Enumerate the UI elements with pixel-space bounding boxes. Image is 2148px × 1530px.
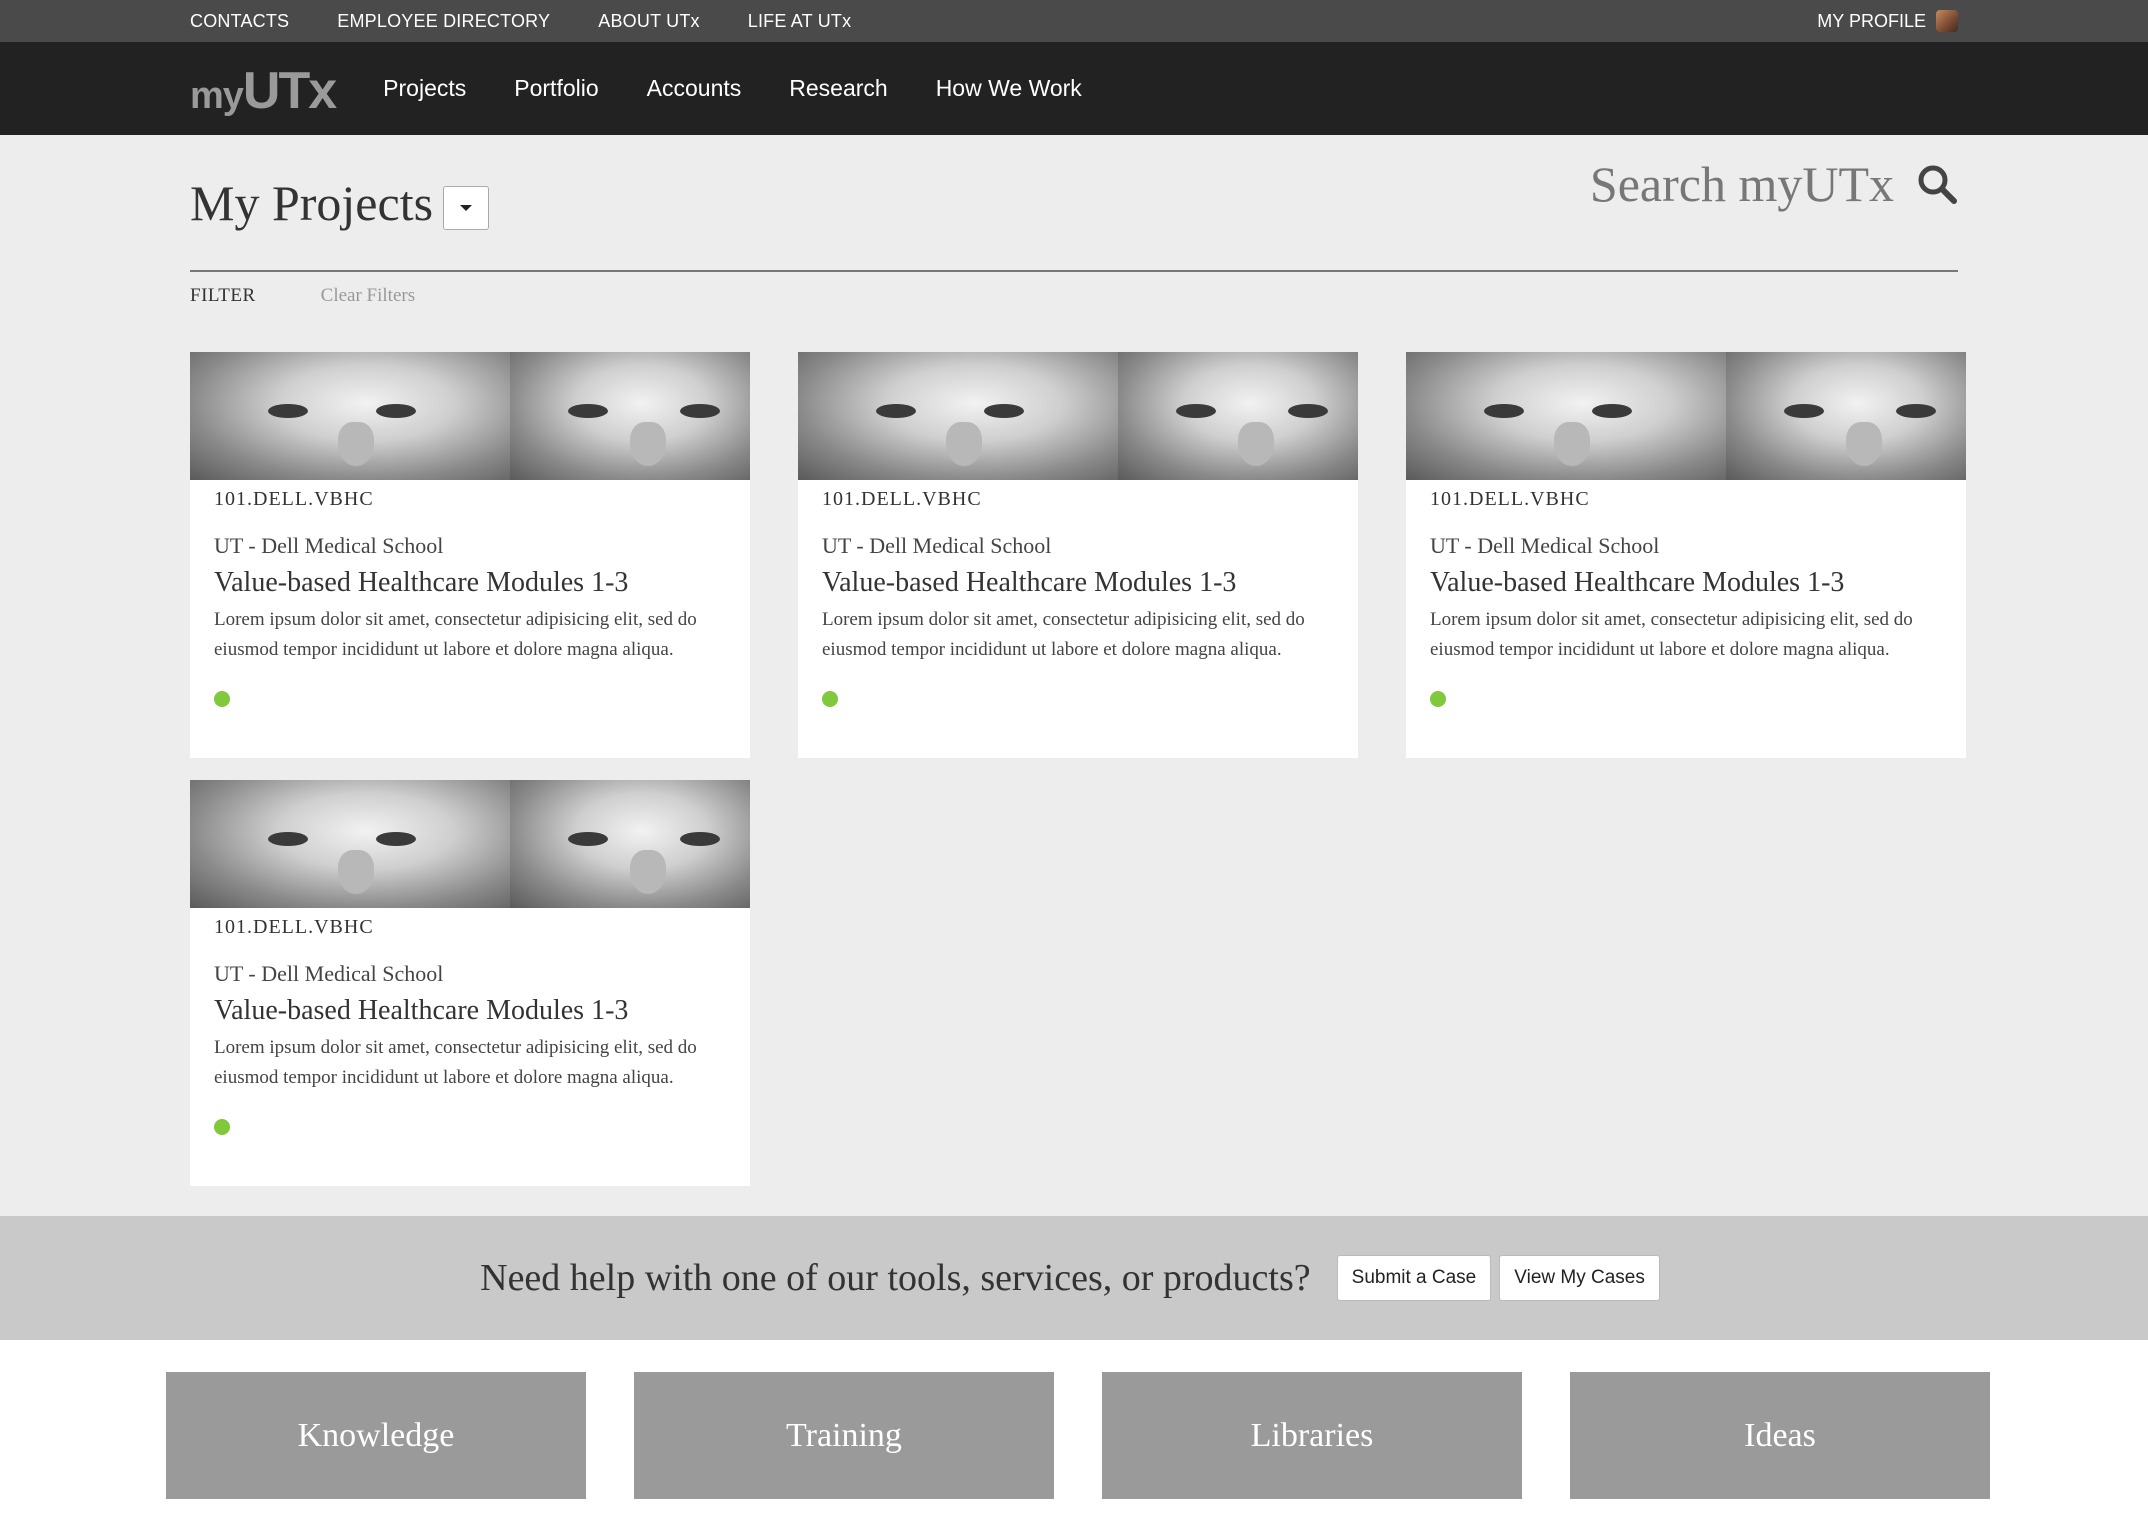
card-image (190, 780, 750, 908)
card-description: Lorem ipsum dolor sit amet, consectetur … (1430, 609, 1913, 660)
card-school: UT - Dell Medical School (214, 961, 444, 986)
utility-link-employee-directory[interactable]: EMPLOYEE DIRECTORY (337, 11, 550, 32)
card-description: Lorem ipsum dolor sit amet, consectetur … (822, 609, 1305, 660)
filter-toggle[interactable]: FILTER (190, 285, 256, 307)
logo-my: my (190, 74, 244, 117)
card-body: 101.DELL.VBHC UT - Dell Medical School V… (798, 480, 1358, 707)
help-bar: Need help with one of our tools, service… (0, 1216, 2148, 1340)
help-text: Need help with one of our tools, service… (480, 1257, 1311, 1299)
card-body: 101.DELL.VBHC UT - Dell Medical School V… (190, 480, 750, 707)
card-school: UT - Dell Medical School (822, 533, 1052, 558)
card-body: 101.DELL.VBHC UT - Dell Medical School V… (190, 908, 750, 1135)
card-code: 101.DELL.VBHC (1430, 488, 1590, 510)
portrait-image (190, 352, 510, 480)
project-cards: 101.DELL.VBHC UT - Dell Medical School V… (190, 352, 1966, 1186)
utility-nav: CONTACTS EMPLOYEE DIRECTORY ABOUT UTx LI… (0, 0, 2148, 42)
status-indicator (214, 691, 230, 707)
logo[interactable]: my UTx (190, 61, 337, 121)
portrait-image (798, 352, 1118, 480)
utility-link-contacts[interactable]: CONTACTS (190, 11, 289, 32)
tile-knowledge[interactable]: Knowledge (166, 1372, 586, 1499)
clear-filters-link[interactable]: Clear Filters (321, 285, 415, 307)
page-title: My Projects (190, 174, 434, 231)
utility-link-about[interactable]: ABOUT UTx (598, 11, 699, 32)
status-indicator (822, 691, 838, 707)
card-image (798, 352, 1358, 480)
card-image (190, 352, 750, 480)
portrait-image (190, 780, 510, 908)
nav-how-we-work[interactable]: How We Work (936, 75, 1082, 102)
my-profile-link[interactable]: MY PROFILE (1817, 10, 1958, 32)
card-title[interactable]: Value-based Healthcare Modules 1-3 (214, 995, 726, 1027)
view-my-cases-button[interactable]: View My Cases (1499, 1255, 1660, 1301)
main-content: My Projects Search myUTx FILTER Clear Fi… (0, 135, 2148, 1186)
chevron-down-icon (460, 204, 473, 211)
card-code: 101.DELL.VBHC (822, 488, 982, 510)
project-card[interactable]: 101.DELL.VBHC UT - Dell Medical School V… (190, 352, 750, 758)
projects-dropdown-button[interactable] (443, 185, 490, 230)
card-title[interactable]: Value-based Healthcare Modules 1-3 (1430, 567, 1942, 599)
tile-ideas[interactable]: Ideas (1570, 1372, 1990, 1499)
card-code: 101.DELL.VBHC (214, 916, 374, 938)
portrait-image (1118, 352, 1358, 480)
avatar (1936, 10, 1958, 32)
nav-projects[interactable]: Projects (383, 75, 466, 102)
status-indicator (1430, 691, 1446, 707)
search-box[interactable]: Search myUTx (1590, 155, 1958, 213)
project-card[interactable]: 101.DELL.VBHC UT - Dell Medical School V… (798, 352, 1358, 758)
card-body: 101.DELL.VBHC UT - Dell Medical School V… (1406, 480, 1966, 707)
project-card[interactable]: 101.DELL.VBHC UT - Dell Medical School V… (1406, 352, 1966, 758)
card-description: Lorem ipsum dolor sit amet, consectetur … (214, 1037, 697, 1088)
title-row: My Projects Search myUTx (190, 135, 1958, 270)
main-nav: my UTx Projects Portfolio Accounts Resea… (0, 42, 2148, 135)
card-title[interactable]: Value-based Healthcare Modules 1-3 (822, 567, 1334, 599)
status-indicator (214, 1119, 230, 1135)
nav-portfolio[interactable]: Portfolio (514, 75, 598, 102)
portrait-image (510, 352, 750, 480)
resource-tiles: Knowledge Training Libraries Ideas (166, 1372, 2038, 1499)
portrait-image (510, 780, 750, 908)
search-label: Search myUTx (1589, 156, 1894, 212)
card-description: Lorem ipsum dolor sit amet, consectetur … (214, 609, 697, 660)
submit-case-button[interactable]: Submit a Case (1336, 1255, 1492, 1301)
nav-accounts[interactable]: Accounts (647, 75, 742, 102)
card-school: UT - Dell Medical School (214, 533, 444, 558)
card-code: 101.DELL.VBHC (214, 488, 374, 510)
tile-training[interactable]: Training (634, 1372, 1054, 1499)
logo-utx: UTx (242, 61, 337, 120)
utility-link-life[interactable]: LIFE AT UTx (748, 11, 852, 32)
footer-tiles-area: Knowledge Training Libraries Ideas (0, 1340, 2148, 1530)
project-card[interactable]: 101.DELL.VBHC UT - Dell Medical School V… (190, 780, 750, 1186)
filter-row: FILTER Clear Filters (190, 277, 1958, 315)
nav-research[interactable]: Research (789, 75, 887, 102)
my-profile-label: MY PROFILE (1817, 10, 1926, 31)
portrait-image (1406, 352, 1726, 480)
card-school: UT - Dell Medical School (1430, 533, 1660, 558)
card-title[interactable]: Value-based Healthcare Modules 1-3 (214, 567, 726, 599)
card-image (1406, 352, 1966, 480)
search-icon[interactable] (1916, 163, 1958, 205)
divider (190, 270, 1958, 272)
portrait-image (1726, 352, 1966, 480)
tile-libraries[interactable]: Libraries (1102, 1372, 1522, 1499)
